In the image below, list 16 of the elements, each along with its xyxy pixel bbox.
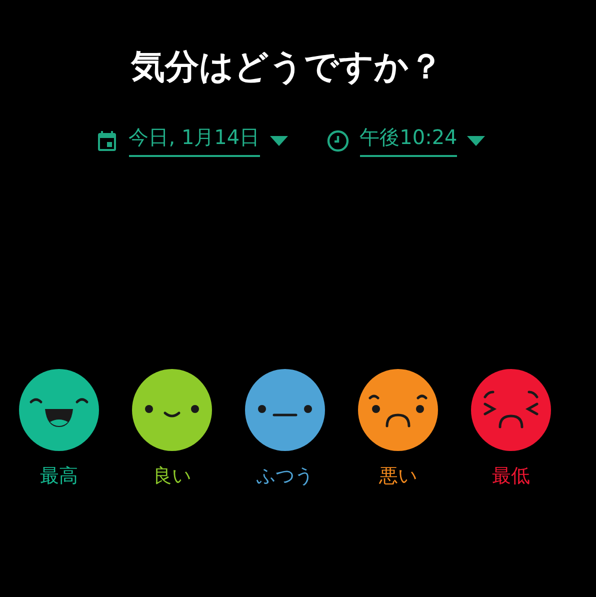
face-icon[interactable]: [132, 369, 212, 451]
mood-label: 悪い: [379, 464, 417, 489]
face-icon[interactable]: [358, 369, 438, 451]
date-field[interactable]: 今日, 1月14日: [128, 124, 260, 157]
caret-icon[interactable]: [270, 136, 288, 146]
mood-label: 良い: [153, 464, 191, 489]
time-field[interactable]: 午後10:24: [360, 124, 458, 157]
face-icon[interactable]: [471, 369, 551, 451]
mood-label: 最高: [40, 464, 78, 489]
mood-label: 最低: [492, 464, 530, 489]
clock-icon: [326, 128, 350, 152]
page-title: 気分はどうですか？: [131, 46, 443, 89]
mood-label: ふつう: [256, 464, 314, 489]
face-icon[interactable]: [19, 369, 99, 451]
face-icon[interactable]: [245, 369, 325, 451]
caret-icon[interactable]: [467, 136, 486, 146]
